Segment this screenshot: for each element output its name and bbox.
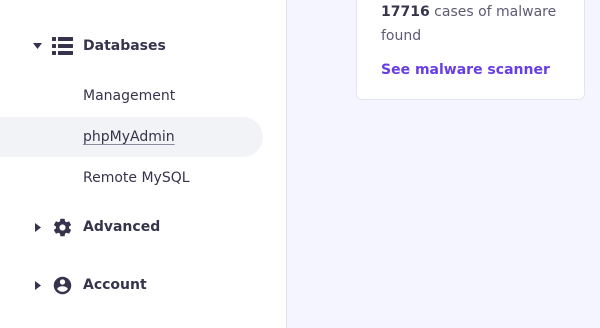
malware-count: 17716 bbox=[381, 4, 430, 20]
malware-summary: 17716 cases of malware found bbox=[381, 0, 571, 48]
sidebar-item-phpmyadmin[interactable]: phpMyAdmin bbox=[0, 117, 263, 157]
caret-down-icon bbox=[33, 42, 42, 51]
see-malware-scanner-link[interactable]: See malware scanner bbox=[381, 62, 550, 78]
sidebar-group-label: Advanced bbox=[83, 219, 161, 235]
malware-card: 17716 cases of malware found See malware… bbox=[356, 0, 585, 100]
sidebar-item-label: phpMyAdmin bbox=[83, 129, 175, 145]
caret-right-icon bbox=[33, 222, 42, 232]
sidebar-group-advanced[interactable]: Advanced bbox=[0, 207, 287, 247]
sidebar-item-management[interactable]: Management bbox=[0, 76, 263, 116]
database-list-icon bbox=[51, 35, 73, 57]
sidebar: Databases Management phpMyAdmin Remote M… bbox=[0, 0, 287, 328]
main-content: 17716 cases of malware found See malware… bbox=[288, 0, 600, 328]
sidebar-item-label: Remote MySQL bbox=[83, 170, 190, 186]
caret-right-icon bbox=[33, 280, 42, 290]
sidebar-group-label: Databases bbox=[83, 38, 166, 54]
sidebar-group-label: Account bbox=[83, 277, 147, 293]
sidebar-group-databases[interactable]: Databases bbox=[0, 26, 287, 66]
sidebar-group-account[interactable]: Account bbox=[0, 265, 287, 305]
sidebar-item-label: Management bbox=[83, 88, 176, 104]
gear-icon bbox=[51, 216, 73, 238]
account-circle-icon bbox=[51, 274, 73, 296]
sidebar-item-remote-mysql[interactable]: Remote MySQL bbox=[0, 158, 263, 198]
